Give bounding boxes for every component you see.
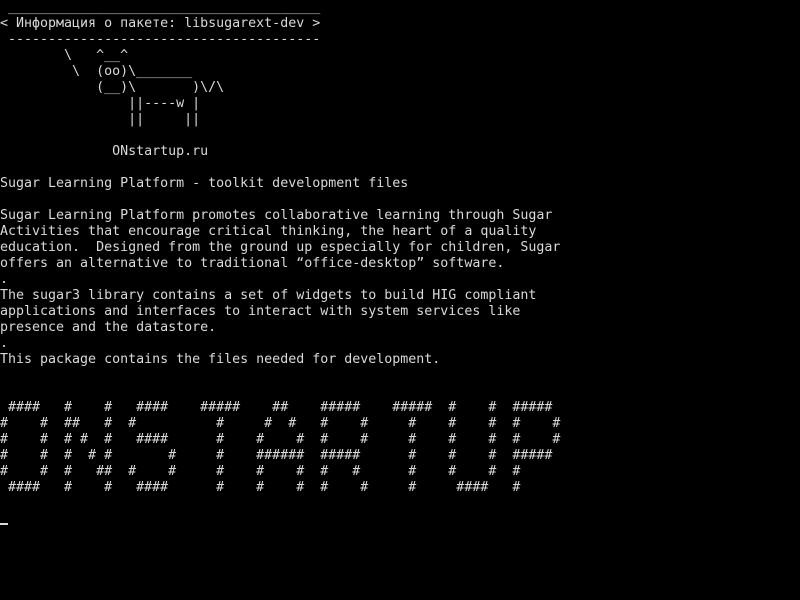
terminal-line: This package contains the files needed f… — [0, 352, 441, 367]
terminal-screen[interactable]: _______________________________________ … — [0, 0, 800, 600]
terminal-line: \ (oo)\_______ — [0, 64, 193, 79]
banner-line: # # # ## # # # # # # # # # # # — [0, 464, 521, 479]
banner-line: # # # # # #### # # # # # # # # # # — [0, 432, 561, 447]
terminal-line: presence and the datastore. — [0, 320, 217, 335]
banner-line: #### # # #### # # # # # # #### # — [0, 480, 521, 495]
terminal-line: Sugar Learning Platform promotes collabo… — [0, 208, 553, 223]
terminal-line: Activities that encourage critical think… — [0, 224, 537, 239]
banner-line: # # # # # # # ###### ##### # # # ##### — [0, 448, 553, 463]
terminal-line: < Информация о пакете: libsugarext-dev > — [0, 16, 321, 31]
terminal-line: \ ^__^ — [0, 48, 129, 63]
terminal-line: applications and interfaces to interact … — [0, 304, 521, 319]
terminal-line: Sugar Learning Platform - toolkit develo… — [0, 176, 409, 191]
terminal-line: education. Designed from the ground up e… — [0, 240, 561, 255]
terminal-line: offers an alternative to traditional “of… — [0, 256, 505, 271]
terminal-line: _______________________________________ — [0, 0, 321, 15]
banner-line: # # ## # # # # # # # # # # # # — [0, 416, 561, 431]
terminal-line: . — [0, 272, 9, 287]
terminal-line: The sugar3 library contains a set of wid… — [0, 288, 537, 303]
terminal-line: (__)\ )\/\ — [0, 80, 225, 95]
terminal-line: || || — [0, 112, 201, 127]
terminal-line: --------------------------------------- — [0, 32, 321, 47]
terminal-line: . — [0, 336, 9, 351]
text-cursor — [0, 523, 8, 525]
terminal-line: ||----w | — [0, 96, 201, 111]
banner-line: #### # # #### ##### ## ##### ##### # # #… — [0, 400, 553, 415]
terminal-line: ONstartup.ru — [0, 144, 209, 159]
